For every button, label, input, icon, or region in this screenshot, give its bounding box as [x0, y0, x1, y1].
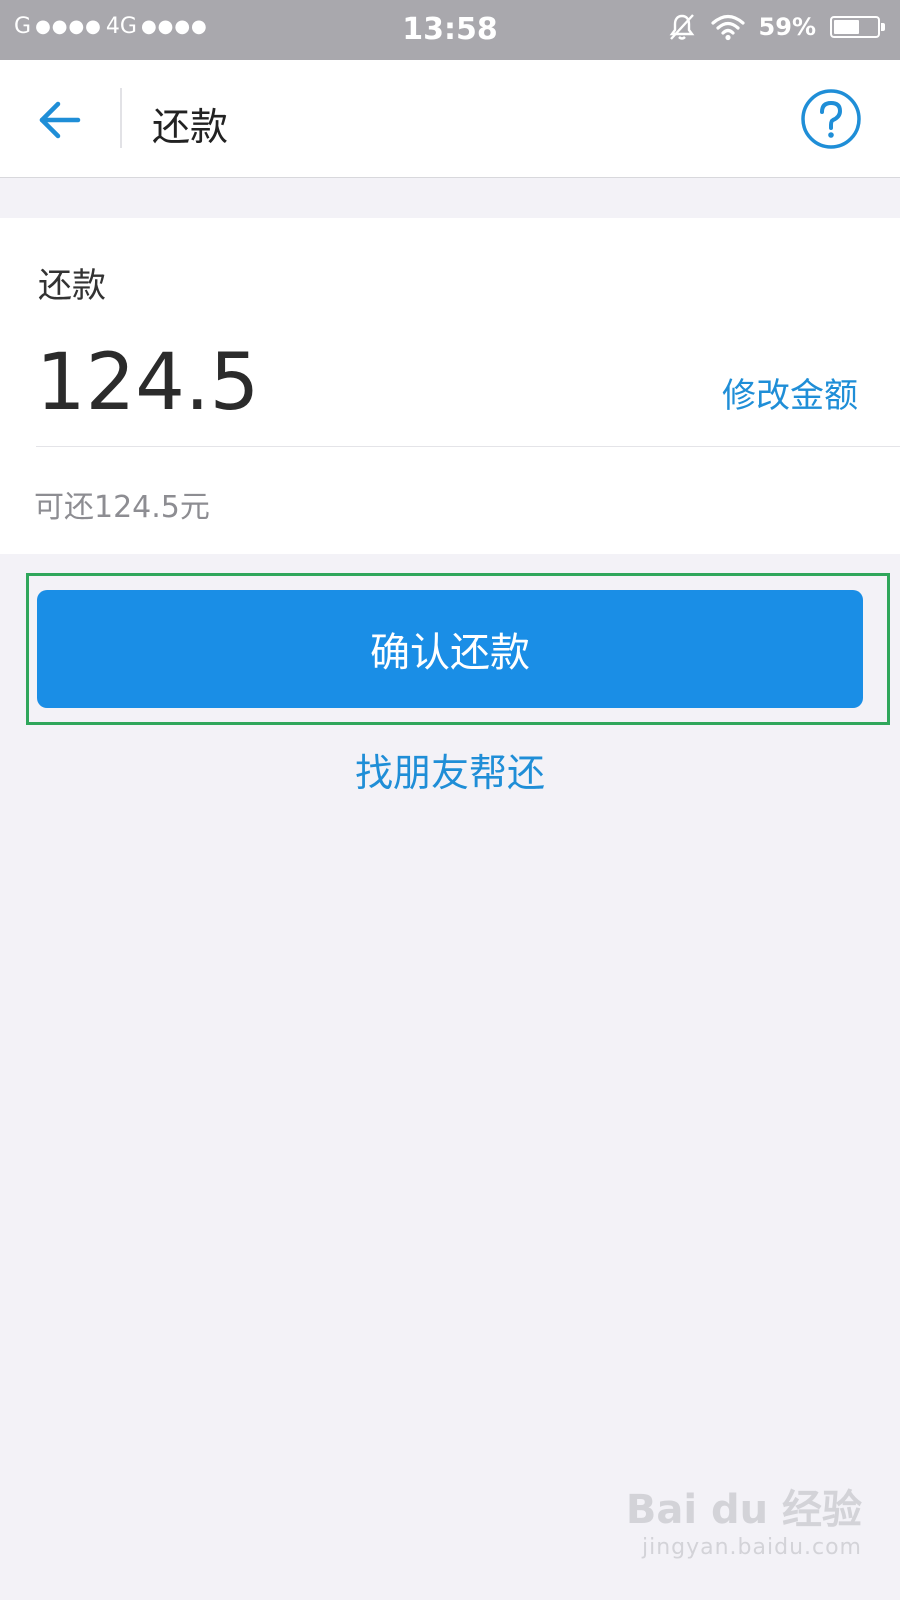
available-amount-text: 可还124.5元	[34, 490, 210, 525]
baidu-watermark: Bai du 经验 jingyan.baidu.com	[626, 1477, 862, 1560]
repay-label: 还款	[38, 266, 106, 306]
repay-card: 还款 124.5 修改金额 可还124.5元	[0, 218, 900, 554]
page-title: 还款	[152, 105, 229, 149]
question-circle-icon	[801, 89, 861, 149]
watermark-url: jingyan.baidu.com	[641, 1535, 862, 1560]
arrow-left-icon	[39, 101, 81, 139]
ask-friend-link[interactable]: 找朋友帮还	[0, 742, 900, 797]
edit-amount-link[interactable]: 修改金额	[722, 368, 858, 417]
wifi-icon	[710, 14, 745, 41]
help-button[interactable]	[800, 88, 862, 150]
top-nav-bar: 还款	[0, 60, 900, 178]
back-button[interactable]	[28, 90, 88, 150]
watermark-logo: Bai du 经验	[625, 1487, 862, 1533]
divider	[36, 446, 900, 447]
status-bar: G ●●●● 4G ●●●● 13:58 59%	[0, 0, 900, 60]
repay-amount: 124.5	[36, 338, 260, 428]
battery-percent: 59%	[758, 13, 816, 41]
battery-fill	[834, 20, 859, 34]
battery-icon	[830, 16, 885, 38]
header-divider	[120, 88, 122, 148]
alarm-off-icon	[669, 14, 694, 40]
confirm-repay-button[interactable]: 确认还款	[37, 590, 863, 708]
